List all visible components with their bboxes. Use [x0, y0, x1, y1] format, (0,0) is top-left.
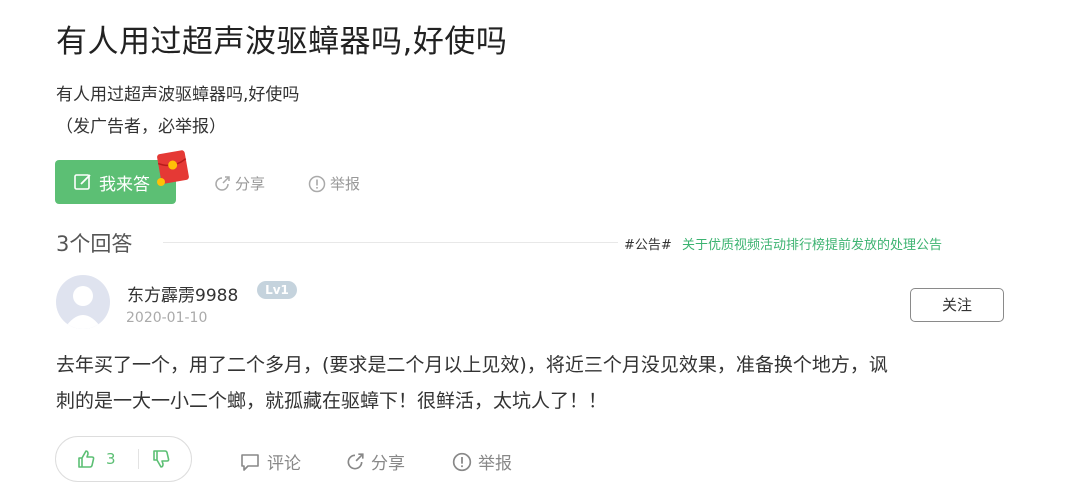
report-icon	[308, 175, 326, 192]
default-avatar-icon	[64, 286, 102, 329]
comment-icon	[241, 453, 259, 471]
upvote-count: 3	[106, 450, 116, 468]
answer-date: 2020-01-10	[126, 310, 208, 326]
report-answer-label: 举报	[478, 454, 512, 474]
report-answer[interactable]: 举报	[452, 449, 512, 474]
question-description-note: （发广告者，必举报）	[56, 117, 226, 137]
answers-count: 3个回答	[56, 232, 133, 256]
comment-label: 评论	[267, 454, 301, 474]
vote-control: 3	[55, 436, 192, 482]
share-answer[interactable]: 分享	[345, 449, 405, 474]
answer-text-continued: 刺的是一大一小二个螂，就孤藏在驱蟑下！很鲜活，太坑人了！！	[56, 390, 608, 412]
answer-username[interactable]: 东方霹雳9988	[127, 281, 238, 306]
follow-button[interactable]: 关注	[910, 288, 1004, 322]
level-badge: Lv1	[257, 281, 297, 299]
notice[interactable]: #公告# 关于优质视频活动排行榜提前发放的处理公告	[624, 234, 942, 253]
question-description: 有人用过超声波驱蟑器吗,好使吗	[56, 85, 300, 105]
thumbs-up-icon	[78, 450, 95, 468]
avatar[interactable]	[56, 275, 110, 329]
answer-button-label: 我来答	[99, 174, 150, 195]
report-icon	[452, 452, 472, 471]
comment-button[interactable]: 评论	[239, 449, 301, 474]
share-icon	[347, 452, 364, 469]
report-label: 举报	[330, 175, 361, 193]
report-question[interactable]: 举报	[308, 173, 360, 194]
share-label: 分享	[235, 175, 266, 193]
divider	[163, 242, 618, 243]
notice-tag: #公告#	[624, 238, 672, 253]
edit-icon	[74, 174, 91, 190]
thumbs-down-icon	[153, 450, 170, 468]
question-title: 有人用过超声波驱蟑器吗,好使吗	[56, 24, 508, 60]
upvote-button[interactable]: 3	[76, 449, 116, 469]
red-packet-icon[interactable]	[153, 147, 193, 187]
answer-text: 去年买了一个，用了二个多月，(要求是二个月以上见效)，将近三个月没见效果，准备换…	[56, 354, 888, 376]
vote-separator	[138, 449, 139, 469]
notice-link[interactable]: 关于优质视频活动排行榜提前发放的处理公告	[682, 238, 942, 253]
share-question[interactable]: 分享	[213, 173, 265, 194]
downvote-button[interactable]	[151, 449, 171, 473]
share-answer-label: 分享	[371, 454, 405, 474]
share-icon	[215, 175, 230, 191]
